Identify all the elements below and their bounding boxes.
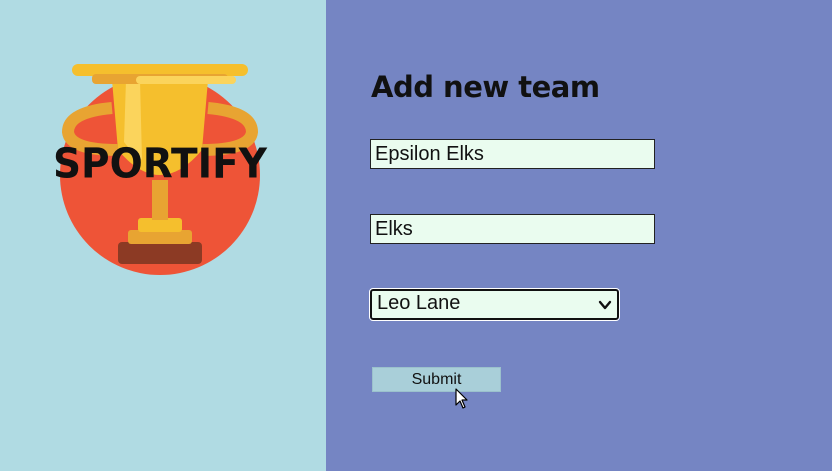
chevron-down-icon — [598, 300, 612, 310]
page-title: Add new team — [371, 70, 600, 104]
sportify-logo: SPORTIFY — [40, 50, 280, 280]
mouse-pointer-icon — [455, 388, 468, 409]
team-short-name-input[interactable] — [370, 214, 655, 244]
owner-select[interactable]: Leo Lane — [369, 288, 620, 321]
team-name-input[interactable] — [370, 139, 655, 169]
branding-panel: SPORTIFY — [0, 0, 326, 471]
submit-button[interactable]: Submit — [372, 367, 501, 392]
brand-logo-text: SPORTIFY — [52, 140, 268, 189]
owner-select-value: Leo Lane — [377, 292, 461, 314]
